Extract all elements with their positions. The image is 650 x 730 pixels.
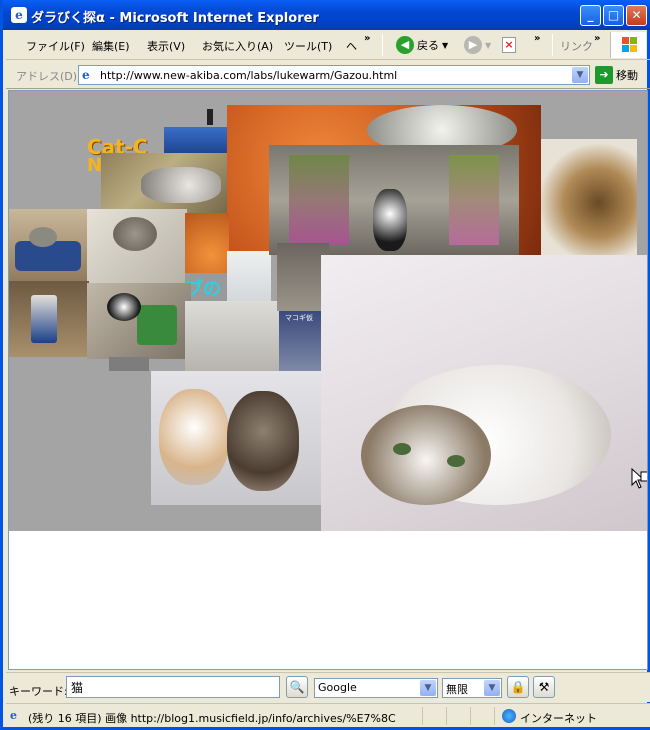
links-label[interactable]: リンク [560,38,593,54]
links-more-chevron-icon[interactable]: » [594,33,600,44]
back-button[interactable]: ◀ 戻る ▼ [396,35,448,55]
cat-at-grave-image[interactable] [269,145,519,255]
keyword-label: キーワード: [9,685,68,698]
windows-logo-icon [610,32,646,58]
cat-on-carpet-thumbnail[interactable] [101,153,241,215]
lock-button[interactable]: 🔒 [507,676,529,698]
image-collage: Cat-C N ブの マコギ仮 [9,91,647,531]
limit-value: 無限 [446,683,468,696]
forward-arrow-icon: ▶ [464,36,482,54]
small-strip [109,357,149,371]
zone-label: インターネット [520,712,597,725]
menu-more-chevron-icon[interactable]: » [364,33,370,44]
page-content: Cat-C N ブの マコギ仮 [8,90,648,670]
pepsi-cat-thumbnail[interactable] [9,281,89,357]
cat-on-bed-thumbnail[interactable] [185,301,285,371]
status-text: (残り 16 項目) 画像 http://blog1.musicfield.jp… [28,712,396,725]
back-arrow-icon: ◀ [396,36,414,54]
menu-file[interactable]: ファイル(F) [26,38,85,54]
internet-zone-icon [502,709,516,723]
cat-lying-on-blanket-image[interactable] [321,255,647,531]
search-button[interactable]: 🔍 [286,676,308,698]
stop-button[interactable]: × [502,35,516,55]
lock-icon: 🔒 [510,680,526,694]
keyword-input[interactable]: 猫 [66,676,280,698]
stop-icon: × [502,37,516,53]
settings-button[interactable]: ⚒ [533,676,555,698]
toolbar-separator [552,34,553,56]
search-toolbar: キーワード: 猫 🔍 Google ▼ 無限 ▼ 🔒 ⚒ [6,672,650,702]
address-bar: アドレス(D) e http://www.new-akiba.com/labs/… [6,61,650,89]
menu-favorites[interactable]: お気に入り(A) [202,38,273,54]
address-dropdown-icon[interactable]: ▼ [572,67,588,83]
maximize-button[interactable]: □ [603,5,624,26]
back-label: 戻る [417,39,439,52]
kitten-green-bag-thumbnail[interactable] [87,283,191,359]
address-url: http://www.new-akiba.com/labs/lukewarm/G… [100,69,398,82]
search-icon: 🔍 [289,680,305,694]
search-engine-select[interactable]: Google ▼ [314,678,438,698]
menu-edit[interactable]: 編集(E) [92,38,130,54]
search-engine-value: Google [318,681,357,694]
window-title: ダラびく探α - Microsoft Internet Explorer [31,11,319,26]
menu-tools[interactable]: ツール(T) [284,38,332,54]
address-label: アドレス(D) [16,70,78,83]
cat-in-blue-bed-thumbnail[interactable] [9,209,89,281]
forward-button[interactable]: ▶ ▼ [464,35,491,55]
toolbar-separator [382,34,383,56]
browser-window: e ダラびく探α - Microsoft Internet Explorer _… [0,0,650,730]
dark-mark [207,109,213,125]
engine-dropdown-icon: ▼ [420,680,436,696]
menu-help[interactable]: ヘ [346,38,357,54]
limit-select[interactable]: 無限 ▼ [442,678,502,698]
tools-icon: ⚒ [538,680,550,694]
ie-app-icon: e [11,7,27,23]
page-status-icon: e [10,709,17,722]
close-button[interactable]: ✕ [626,5,647,26]
two-kittens-image[interactable] [151,371,323,505]
title-bar[interactable]: e ダラびく探α - Microsoft Internet Explorer _… [3,0,650,30]
kitten-in-box-thumbnail[interactable] [87,209,187,285]
calico-cat-thumbnail[interactable] [541,139,637,255]
go-arrow-icon: ➜ [595,66,613,84]
back-dropdown-icon: ▼ [442,40,449,50]
status-bar: e (残り 16 項目) 画像 http://blog1.musicfield.… [6,703,650,727]
address-input[interactable]: e http://www.new-akiba.com/labs/lukewarm… [78,65,590,85]
limit-dropdown-icon: ▼ [484,680,500,696]
page-icon: e [82,68,90,82]
toolbar-more-chevron-icon[interactable]: » [534,33,540,44]
menu-bar: ファイル(F) 編集(E) 表示(V) お気に入り(A) ツール(T) ヘ » … [6,30,650,60]
forward-dropdown-icon: ▼ [485,40,492,50]
go-label: 移動 [616,69,638,82]
minimize-button[interactable]: _ [580,5,601,26]
menu-view[interactable]: 表示(V) [147,38,185,54]
go-button[interactable]: ➜ 移動 [595,66,638,84]
